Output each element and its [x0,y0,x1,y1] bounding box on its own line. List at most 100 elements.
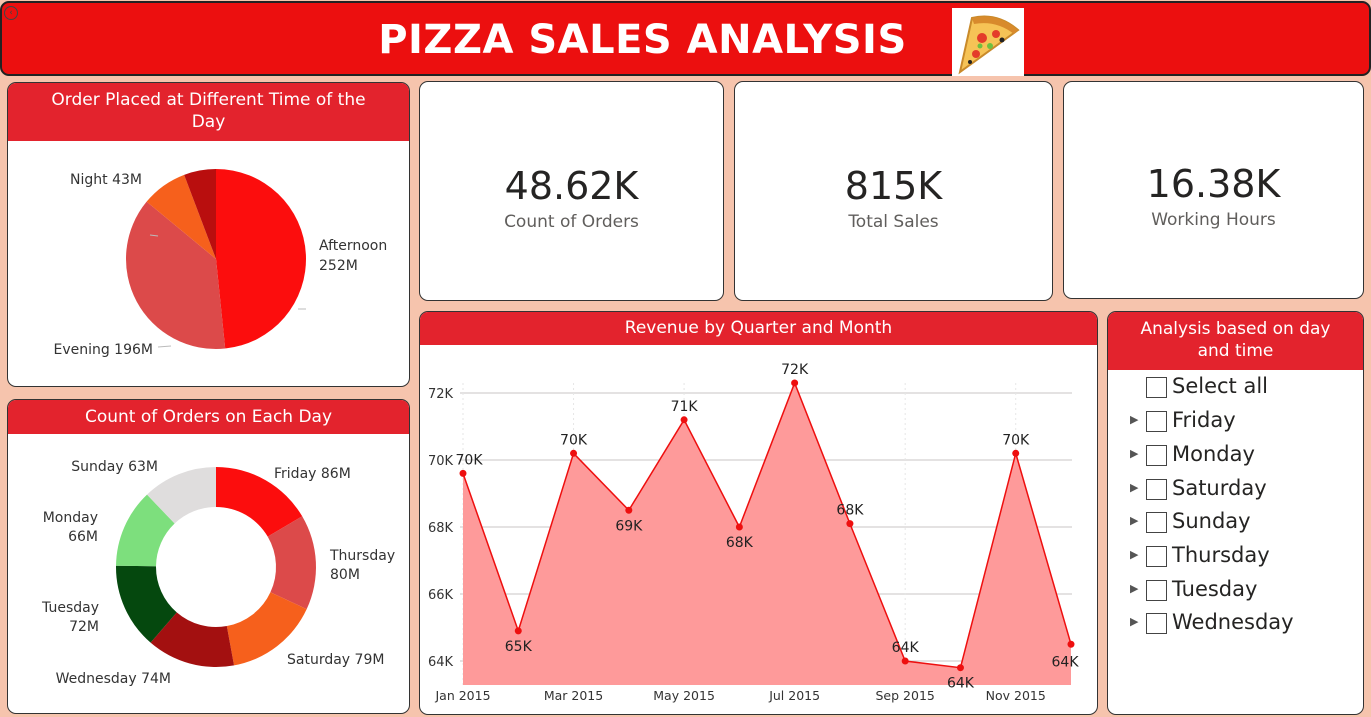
card-title: Count of Orders on Each Day [8,400,409,434]
data-point[interactable] [791,379,799,387]
donut-label-saturday: Saturday 79M [287,652,384,668]
data-label: 70K [1002,432,1030,448]
orders-by-day-donut-chart: Friday 86M Thursday 80M Saturday 79M Wed… [41,459,395,687]
data-label: 70K [456,452,484,468]
expand-chevron-icon[interactable]: ▶ [1130,481,1138,494]
slicer-item-friday[interactable]: ▶ Friday [1108,407,1363,437]
card-title: Revenue by Quarter and Month [420,312,1097,345]
donut-label-tuesday-value: 72M [69,619,99,635]
checkbox[interactable] [1146,512,1167,533]
data-point[interactable] [459,469,467,477]
data-point[interactable] [1012,449,1020,457]
day-time-slicer: Analysis based on day and time Select al… [1107,311,1364,715]
data-point[interactable] [846,520,854,528]
slicer-item-thursday[interactable]: ▶ Thursday [1108,542,1363,572]
slicer-item-label: Saturday [1172,476,1267,500]
card-title: Order Placed at Different Time of the Da… [8,83,409,141]
data-point[interactable] [680,416,688,424]
kpi-card-sales: 815K Total Sales [734,81,1053,301]
x-tick-label: Sep 2015 [876,688,935,703]
orders-by-day-card: Count of Orders on Each Day Friday 86M T… [7,399,410,714]
pie-label-afternoon: Afternoon [319,238,387,254]
y-tick-label: 70K [428,454,454,469]
data-label: 71K [671,399,699,415]
checkbox[interactable] [1146,479,1167,500]
x-tick-label: Mar 2015 [544,688,603,703]
data-label: 68K [726,535,754,551]
data-label: 68K [836,503,864,519]
slicer-item-wednesday[interactable]: ▶ Wednesday [1108,609,1363,639]
data-label: 72K [781,362,809,378]
revenue-area-chart: 70K 65K 70K 69K 71K 68K 72K 68K 64K 64K 70K 64K Jan… [428,362,1080,703]
data-point[interactable] [570,449,578,457]
dashboard-header: ‹ PIZZA SALES ANALYSIS [0,1,1371,76]
checkbox[interactable] [1146,411,1167,432]
expand-chevron-icon[interactable]: ▶ [1130,615,1138,628]
leader-line [157,345,172,348]
kpi-card-orders: 48.62K Count of Orders [419,81,724,301]
card-title: Analysis based on day and time [1108,312,1363,370]
expand-chevron-icon[interactable]: ▶ [1130,582,1138,595]
donut-label-monday-value: 66M [68,529,98,545]
expand-chevron-icon[interactable]: ▶ [1130,413,1138,426]
data-point[interactable] [956,664,964,672]
slicer-item-label: Sunday [1172,509,1251,533]
kpi-value: 48.62K [504,164,639,208]
data-label: 69K [615,518,643,534]
pie-slice-afternoon[interactable] [216,169,307,349]
data-point[interactable] [901,657,909,665]
pie-label-evening: Evening 196M [53,342,153,358]
donut-label-monday: Monday [43,510,98,526]
time-of-day-pie-chart: Night 43M Afternoon 252M Evening 196M [53,169,387,358]
page-title: PIZZA SALES ANALYSIS [378,17,907,63]
kpi-value: 16.38K [1146,162,1281,206]
x-tick-label: May 2015 [653,688,715,703]
donut-label-wednesday: Wednesday 74M [56,671,171,687]
slicer-item-label: Thursday [1172,543,1270,567]
y-tick-label: 72K [428,387,454,402]
expand-chevron-icon[interactable]: ▶ [1130,514,1138,527]
data-label: 70K [560,432,588,448]
data-label: 64K [1052,654,1080,670]
x-tick-label: Jan 2015 [434,688,490,703]
checkbox[interactable] [1146,580,1167,601]
pie-label-afternoon-value: 252M [319,258,358,274]
checkbox[interactable] [1146,377,1167,398]
data-point[interactable] [735,523,743,531]
data-label: 64K [892,640,920,656]
donut-label-tuesday: Tuesday [41,600,99,616]
pie-label-night: Night 43M [70,172,142,188]
data-point[interactable] [1067,640,1075,648]
area-fill [463,382,1071,685]
slicer-item-sunday[interactable]: ▶ Sunday [1108,508,1363,538]
y-tick-label: 68K [428,521,454,536]
pizza-slice-icon [952,8,1024,76]
expand-chevron-icon[interactable]: ▶ [1130,548,1138,561]
checkbox[interactable] [1146,546,1167,567]
slicer-item-tuesday[interactable]: ▶ Tuesday [1108,576,1363,606]
data-point[interactable] [625,506,633,514]
time-of-day-card: Order Placed at Different Time of the Da… [7,82,410,387]
donut-label-sunday: Sunday 63M [71,459,158,475]
checkbox[interactable] [1146,613,1167,634]
slicer-item-label: Wednesday [1172,610,1294,634]
revenue-chart-card: Revenue by Quarter and Month 70K 65K 70K 69… [419,311,1098,715]
slicer-item-label: Select all [1172,374,1268,398]
x-tick-label: Jul 2015 [768,688,820,703]
kpi-label: Working Hours [1151,210,1276,230]
data-label: 64K [947,676,975,692]
checkbox[interactable] [1146,445,1167,466]
slicer-item-monday[interactable]: ▶ Monday [1108,441,1363,471]
expand-chevron-icon[interactable]: ▶ [1130,447,1138,460]
slicer-item-label: Tuesday [1172,577,1258,601]
slicer-item-label: Friday [1172,408,1236,432]
slicer-item-select-all[interactable]: Select all [1108,373,1363,403]
kpi-card-hours: 16.38K Working Hours [1063,81,1364,299]
x-tick-label: Nov 2015 [986,688,1046,703]
y-tick-label: 66K [428,588,454,603]
data-point[interactable] [514,627,522,635]
donut-label-thursday: Thursday [329,548,395,564]
kpi-value: 815K [844,164,943,208]
y-tick-label: 64K [428,655,454,670]
slicer-item-saturday[interactable]: ▶ Saturday [1108,475,1363,505]
